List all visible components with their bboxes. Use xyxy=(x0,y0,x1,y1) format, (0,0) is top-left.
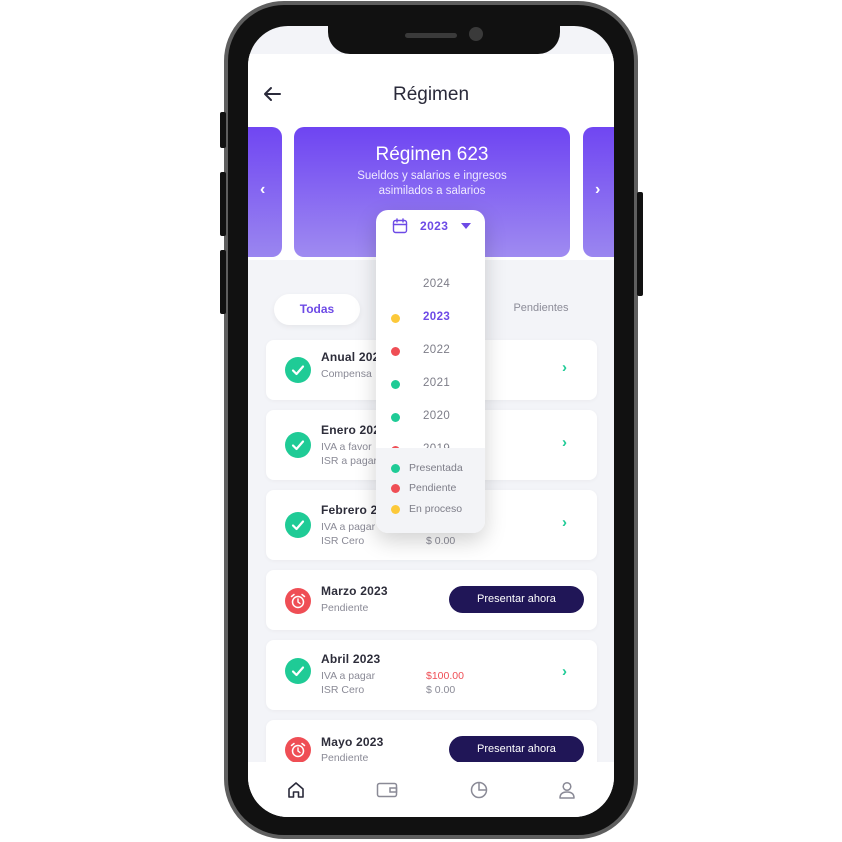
app-screen: Régimen ‹ › Régimen 623 Sueldos y salari… xyxy=(248,26,614,817)
caret-down-icon xyxy=(461,223,471,229)
calendar-icon xyxy=(392,218,408,234)
legend-label: Pendiente xyxy=(409,482,457,494)
row-line: ISR Cero xyxy=(321,535,365,547)
phone-volume-down xyxy=(220,250,226,314)
row-amount: $ 0.00 xyxy=(426,684,456,696)
row-amount: $100.00 xyxy=(426,670,464,682)
chevron-right-icon[interactable]: › xyxy=(562,434,567,451)
check-circle-icon xyxy=(285,432,311,458)
chevron-right-icon[interactable]: › xyxy=(562,359,567,376)
phone-notch xyxy=(328,26,560,54)
status-legend: Presentada Pendiente En proceso xyxy=(376,448,485,533)
chevron-left-icon[interactable]: ‹ xyxy=(260,181,265,199)
row-line: ISR a pagar xyxy=(321,455,378,467)
filter-all-button[interactable]: Todas xyxy=(274,294,360,325)
row-line: IVA a pagar xyxy=(321,521,376,533)
status-dot xyxy=(391,314,400,323)
row-title: Abril 2023 xyxy=(321,652,381,666)
legend-label: En proceso xyxy=(409,503,463,515)
speaker-grille xyxy=(405,33,457,38)
present-now-button[interactable]: Presentar ahora xyxy=(449,586,584,613)
row-line: IVA a favor xyxy=(321,441,372,453)
alarm-clock-icon xyxy=(285,588,311,614)
row-line: Pendiente xyxy=(321,602,369,614)
status-dot xyxy=(391,413,400,422)
legend-dot xyxy=(391,505,400,514)
selected-year: 2023 xyxy=(420,219,449,233)
regimen-subtitle-line2: asimilados a salarios xyxy=(378,185,486,197)
year-option-2020[interactable]: 2020 xyxy=(423,410,450,422)
carousel-next-card[interactable]: › xyxy=(583,127,614,257)
phone-mute-button xyxy=(220,112,226,148)
bottom-nav xyxy=(248,762,614,817)
wallet-icon[interactable] xyxy=(376,780,398,800)
year-option-2021[interactable]: 2021 xyxy=(423,377,450,389)
list-item[interactable]: Abril 2023 IVA a pagar ISR Cero $100.00 … xyxy=(266,640,597,710)
year-option-2022[interactable]: 2022 xyxy=(423,344,450,356)
list-item[interactable]: Marzo 2023 Pendiente Presentar ahora xyxy=(266,570,597,630)
regimen-title: Régimen 623 xyxy=(375,144,489,165)
check-circle-icon xyxy=(285,357,311,383)
check-circle-icon xyxy=(285,512,311,538)
status-dot xyxy=(391,380,400,389)
carousel-prev-card[interactable]: ‹ xyxy=(248,127,282,257)
chevron-right-icon[interactable]: › xyxy=(562,663,567,680)
row-line: Compensa xyxy=(321,368,372,380)
row-title: Marzo 2023 xyxy=(321,584,388,598)
year-option-2024[interactable]: 2024 xyxy=(423,278,450,290)
row-title: Mayo 2023 xyxy=(321,735,384,749)
page-title: Régimen xyxy=(392,84,470,105)
check-circle-icon xyxy=(285,658,311,684)
legend-dot xyxy=(391,464,400,473)
year-dropdown-toggle[interactable]: 2023 xyxy=(376,210,485,242)
status-dot xyxy=(391,347,400,356)
present-now-button[interactable]: Presentar ahora xyxy=(449,736,584,763)
regimen-subtitle: Sueldos y salarios e ingresos asimilados… xyxy=(294,169,570,199)
pie-chart-icon[interactable] xyxy=(469,780,489,800)
filter-pending-button[interactable]: Pendientes xyxy=(496,302,586,314)
row-line: ISR Cero xyxy=(321,684,365,696)
user-icon[interactable] xyxy=(557,780,577,800)
phone-volume-up xyxy=(220,172,226,236)
chevron-right-icon[interactable]: › xyxy=(562,514,567,531)
year-dropdown[interactable]: 2023 2024 2023 2022 2021 2020 2019 Prese… xyxy=(376,210,485,533)
regimen-subtitle-line1: Sueldos y salarios e ingresos xyxy=(357,170,507,182)
chevron-right-icon[interactable]: › xyxy=(595,181,600,199)
front-camera xyxy=(469,27,483,41)
row-amount: $ 0.00 xyxy=(426,535,456,547)
phone-power-button xyxy=(637,192,643,296)
home-icon[interactable] xyxy=(286,780,306,800)
alarm-clock-icon xyxy=(285,737,311,763)
legend-dot xyxy=(391,484,400,493)
row-line: IVA a pagar xyxy=(321,670,376,682)
year-option-2023[interactable]: 2023 xyxy=(423,311,450,323)
legend-label: Presentada xyxy=(409,462,463,474)
